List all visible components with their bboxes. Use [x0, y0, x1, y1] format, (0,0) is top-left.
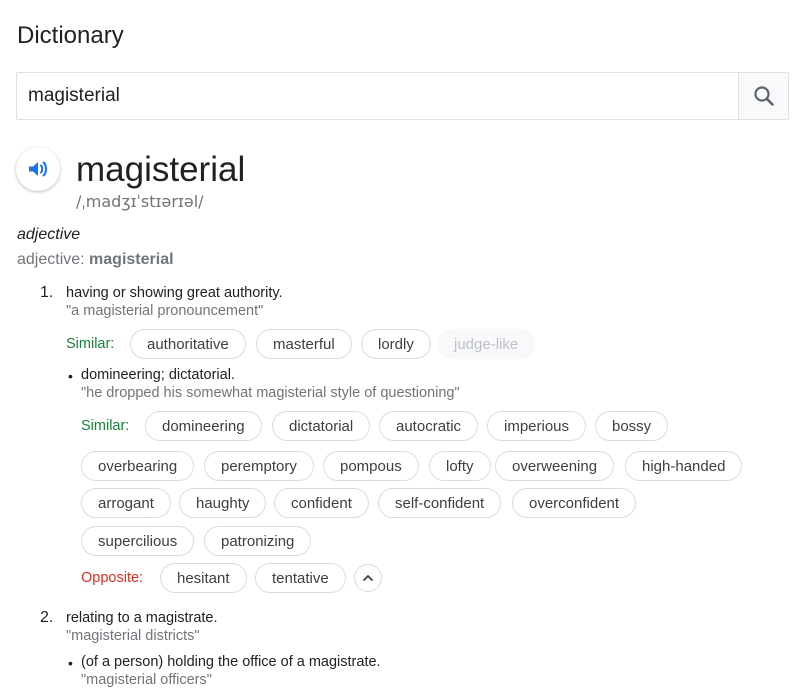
similar-chip[interactable]: authoritative — [130, 329, 246, 359]
similar-label: Similar: — [66, 336, 115, 352]
part-of-speech-line: adjective: magisterial — [17, 251, 174, 269]
subsense-definition: domineering; dictatorial. — [81, 367, 235, 383]
similar-chip[interactable]: overconfident — [512, 488, 637, 518]
search-input[interactable] — [17, 73, 738, 119]
similar-chip[interactable]: dictatorial — [272, 411, 371, 441]
opposite-chip[interactable]: tentative — [255, 563, 346, 593]
opposite-label: Opposite: — [81, 570, 144, 586]
similar-chip[interactable]: masterful — [256, 329, 352, 359]
sense-definition: relating to a magistrate. — [66, 610, 218, 626]
similar-chip[interactable]: judge-like — [437, 329, 536, 359]
similar-chip[interactable]: lofty — [429, 451, 491, 481]
speaker-icon — [29, 161, 47, 177]
similar-chip[interactable]: overbearing — [81, 451, 195, 481]
sense-number: 2. — [40, 609, 54, 626]
chevron-up-icon — [363, 575, 373, 581]
similar-chip[interactable]: pompous — [323, 451, 419, 481]
similar-chip[interactable]: supercilious — [81, 526, 195, 556]
phonetic-transcription: /ˌmadʒɪˈstɪərɪəl/ — [76, 192, 204, 211]
subsense-bullet: • — [68, 368, 73, 384]
similar-chip[interactable]: autocratic — [379, 411, 479, 441]
headword: magisterial — [76, 150, 246, 189]
similar-chip[interactable]: arrogant — [81, 488, 171, 518]
subsense-example: "magisterial officers" — [81, 672, 212, 688]
pos-word: magisterial — [89, 251, 174, 268]
sense-number: 1. — [40, 284, 54, 301]
sense-example: "magisterial districts" — [66, 628, 200, 644]
search-icon — [753, 86, 774, 106]
similar-chip[interactable]: imperious — [487, 411, 587, 441]
similar-chip[interactable]: high-handed — [625, 451, 743, 481]
subsense-definition: (of a person) holding the office of a ma… — [81, 654, 381, 670]
subsense-bullet: • — [68, 655, 73, 671]
similar-chip[interactable]: overweening — [495, 451, 615, 481]
similar-chip[interactable]: patronizing — [204, 526, 312, 556]
similar-label: Similar: — [81, 418, 130, 434]
collapse-button[interactable] — [354, 564, 382, 592]
part-of-speech: adjective — [17, 226, 81, 243]
sense-definition: having or showing great authority. — [66, 285, 283, 301]
subsense-example: "he dropped his somewhat magisterial sty… — [81, 385, 460, 401]
pos-prefix: adjective: — [17, 251, 90, 268]
similar-chip[interactable]: lordly — [361, 329, 431, 359]
opposite-chip[interactable]: hesitant — [160, 563, 247, 593]
similar-chip[interactable]: self-confident — [378, 488, 502, 518]
pronunciation-button[interactable] — [16, 147, 60, 191]
similar-chip[interactable]: peremptory — [204, 451, 314, 481]
search-button[interactable] — [738, 73, 788, 119]
similar-chip[interactable]: confident — [274, 488, 369, 518]
page-title: Dictionary — [17, 22, 124, 49]
similar-chip[interactable]: domineering — [145, 411, 262, 441]
similar-chip[interactable]: haughty — [179, 488, 267, 518]
search-box — [16, 72, 789, 120]
similar-chip[interactable]: bossy — [595, 411, 669, 441]
sense-example: "a magisterial pronouncement" — [66, 303, 264, 319]
